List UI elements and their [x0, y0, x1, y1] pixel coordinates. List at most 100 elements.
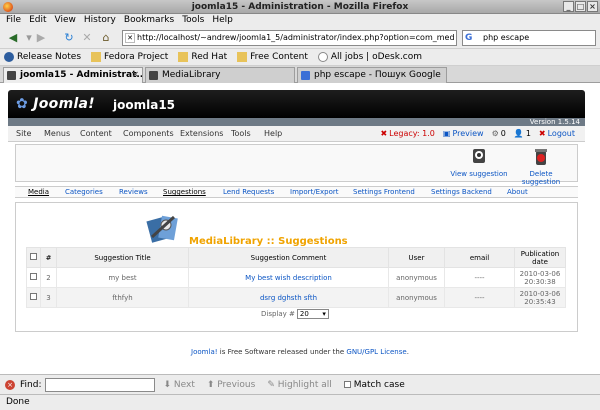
row-number: 3 [40, 287, 57, 308]
joomla-tab-icon [149, 71, 158, 80]
back-arrow-icon[interactable]: ◀ [6, 31, 20, 45]
close-find-icon[interactable]: × [5, 379, 15, 390]
jmenu-content[interactable]: Content [80, 126, 112, 142]
reload-icon[interactable]: ↻ [62, 31, 76, 45]
close-icon[interactable]: × [587, 1, 598, 12]
menu-help[interactable]: Help [212, 14, 233, 27]
legacy-icon: ✖ [380, 129, 388, 138]
jmenu-extensions[interactable]: Extensions [180, 126, 223, 142]
bookmark-free-content[interactable]: Free Content [237, 49, 308, 65]
subtab-reviews[interactable]: Reviews [119, 187, 148, 197]
messages-icon: ⚙ [491, 129, 499, 138]
column-header-email: email [444, 247, 515, 268]
window-title: joomla15 - Administration - Mozilla Fire… [191, 2, 409, 12]
firefox-icon [3, 2, 13, 12]
search-field[interactable]: G php escape [462, 30, 596, 46]
column-header-comment: Suggestion Comment [188, 247, 389, 268]
footer-period: . [406, 348, 409, 356]
row-date: 2010-03-06 [519, 289, 561, 298]
row-email: ---- [444, 267, 515, 288]
select-all-checkbox[interactable] [30, 253, 37, 260]
find-input[interactable] [45, 377, 156, 392]
joomla-link[interactable]: Joomla! [191, 348, 218, 356]
subtab-settings-backend[interactable]: Settings Backend [431, 187, 492, 197]
page-content: ✿ Joomla! joomla15 Version 1.5.14 Site M… [0, 84, 600, 374]
display-label: Display # [261, 310, 295, 318]
row-time: 20:35:43 [524, 297, 556, 306]
bookmark-release-notes[interactable]: Release Notes [4, 49, 81, 65]
highlight-all-button[interactable]: ✎ Highlight all [267, 380, 331, 390]
view-suggestion-button[interactable]: View suggestion [449, 147, 509, 178]
row-date-cell: 2010-03-06 20:35:43 [514, 287, 566, 308]
menu-view[interactable]: View [55, 14, 76, 27]
jmenu-components[interactable]: Components [123, 126, 174, 142]
table-header-row: # Suggestion Title Suggestion Comment Us… [26, 247, 566, 268]
bookmark-fedora-project[interactable]: Fedora Project [91, 49, 168, 65]
joomla-tab-icon [7, 71, 16, 80]
subtab-about[interactable]: About [507, 187, 528, 197]
bookmark-label: Red Hat [191, 51, 228, 62]
row-checkbox[interactable] [30, 273, 37, 280]
jmenu-site[interactable]: Site [16, 126, 31, 142]
site-favicon: ✕ [125, 33, 135, 43]
jmenu-tools[interactable]: Tools [231, 126, 251, 142]
subtab-lend-requests[interactable]: Lend Requests [223, 187, 274, 197]
joomla-logo: ✿ Joomla! [16, 96, 95, 112]
subtab-media[interactable]: Media [28, 187, 49, 197]
match-case-checkbox[interactable] [343, 381, 351, 388]
find-next-button[interactable]: ⬇ Next [163, 380, 194, 390]
fedora-icon [4, 52, 14, 62]
subtab-settings-frontend[interactable]: Settings Frontend [353, 187, 415, 197]
row-comment-cell: dsrg dghsth sfth [188, 287, 389, 308]
row-date-cell: 2010-03-06 20:30:38 [514, 267, 566, 288]
delete-suggestion-label: Delete suggestion [521, 170, 561, 186]
column-header-number: # [40, 247, 57, 268]
pagination: Display # 20 [261, 309, 329, 319]
messages-count[interactable]: ⚙ 0 [492, 126, 506, 142]
match-case-option[interactable]: Match case [343, 379, 405, 390]
bookmark-odesk[interactable]: All jobs | oDesk.com [317, 49, 422, 65]
match-case-label: Match case [353, 379, 405, 390]
column-header-title: Suggestion Title [56, 247, 189, 268]
subtab-import-export[interactable]: Import/Export [290, 187, 339, 197]
subtab-suggestions[interactable]: Suggestions [163, 187, 206, 197]
tab-joomla-admin[interactable]: joomla15 - Administrat... × [3, 67, 143, 83]
menu-file[interactable]: File [6, 14, 21, 27]
preview-link[interactable]: ▣ Preview [443, 126, 484, 142]
row-comment-link[interactable]: dsrg dghsth sfth [260, 294, 317, 302]
close-tab-icon[interactable]: × [131, 68, 139, 82]
tab-medialibrary[interactable]: MediaLibrary [145, 67, 295, 83]
table-row: 2 my best My best wish description anony… [26, 267, 566, 288]
forward-arrow-icon[interactable]: ▶ [34, 31, 48, 45]
delete-suggestion-button[interactable]: Delete suggestion [511, 147, 571, 186]
view-suggestion-label: View suggestion [450, 170, 508, 178]
menu-edit[interactable]: Edit [29, 14, 46, 27]
row-title: fthfyh [56, 287, 189, 308]
display-count-select[interactable]: 20 [296, 309, 329, 319]
jmenu-help[interactable]: Help [264, 126, 282, 142]
find-previous-button[interactable]: ⬆ Previous [207, 380, 255, 390]
messages-text: 0 [500, 129, 506, 138]
stop-icon[interactable]: ✕ [80, 31, 94, 45]
row-checkbox[interactable] [30, 293, 37, 300]
row-email: ---- [444, 287, 515, 308]
bookmark-label: Free Content [250, 51, 308, 62]
menu-tools[interactable]: Tools [182, 14, 204, 27]
maximize-icon[interactable]: □ [575, 1, 586, 12]
url-field[interactable]: ✕ http://localhost/~andrew/joomla1_5/adm… [122, 30, 457, 46]
row-comment-link[interactable]: My best wish description [245, 274, 332, 282]
tab-label: MediaLibrary [162, 70, 221, 80]
logout-link[interactable]: ✖ Logout [539, 126, 575, 142]
menu-history[interactable]: History [84, 14, 116, 27]
table-row: 3 fthfyh dsrg dghsth sfth anonymous ----… [26, 287, 566, 308]
bookmark-red-hat[interactable]: Red Hat [178, 49, 227, 65]
tab-google-search[interactable]: php escape - Пошук Google [297, 67, 447, 83]
row-checkbox-cell [26, 287, 41, 308]
minimize-icon[interactable]: _ [563, 1, 574, 12]
menu-bookmarks[interactable]: Bookmarks [124, 14, 174, 27]
jmenu-menus[interactable]: Menus [44, 126, 70, 142]
home-icon[interactable]: ⌂ [99, 31, 113, 45]
subtab-categories[interactable]: Categories [65, 187, 103, 197]
gpl-license-link[interactable]: GNU/GPL License [346, 348, 406, 356]
globe-icon [317, 52, 328, 62]
